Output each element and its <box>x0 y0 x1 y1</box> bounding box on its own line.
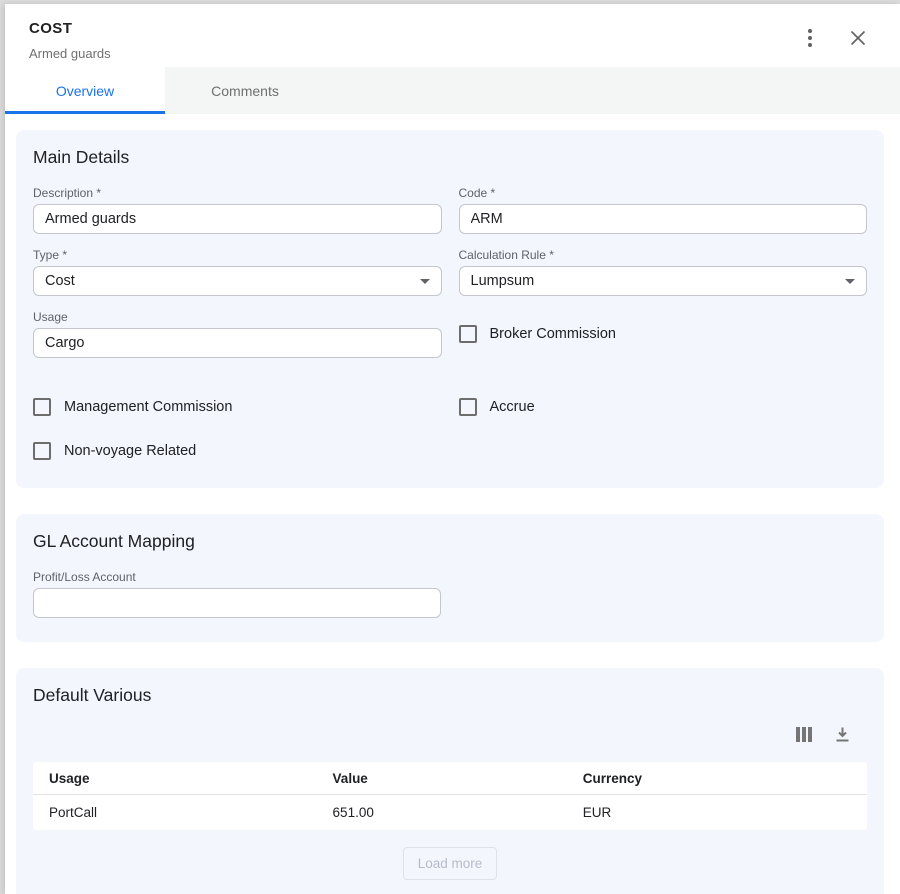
checkbox-icon <box>33 442 51 460</box>
type-field-group: Type * Cost <box>33 248 442 296</box>
profit-loss-account-group: Profit/Loss Account <box>33 570 441 618</box>
column-header-usage[interactable]: Usage <box>33 762 317 795</box>
column-header-value[interactable]: Value <box>317 762 567 795</box>
broker-commission-checkbox[interactable]: Broker Commission <box>459 325 617 343</box>
non-voyage-related-group: Non-voyage Related <box>33 442 442 460</box>
type-select[interactable]: Cost <box>33 266 442 296</box>
checkbox-icon <box>459 398 477 416</box>
default-various-title: Default Various <box>33 685 867 706</box>
load-more-button[interactable]: Load more <box>403 847 498 880</box>
cell-currency: EUR <box>567 795 867 831</box>
table-header-row: Usage Value Currency <box>33 762 867 795</box>
code-input[interactable] <box>459 204 868 234</box>
dialog-subtitle: Armed guards <box>29 46 876 61</box>
tab-comments[interactable]: Comments <box>165 67 325 114</box>
table-row[interactable]: PortCall 651.00 EUR <box>33 795 867 831</box>
cell-usage: PortCall <box>33 795 317 831</box>
non-voyage-related-label: Non-voyage Related <box>64 443 196 459</box>
kebab-dots <box>808 29 812 47</box>
checkbox-icon <box>459 325 477 343</box>
calculation-rule-select-value: Lumpsum <box>471 273 535 289</box>
column-header-currency[interactable]: Currency <box>567 762 867 795</box>
section-default-various: Default Various Usage V <box>16 668 884 894</box>
accrue-checkbox[interactable]: Accrue <box>459 398 868 416</box>
usage-field-group: Usage <box>33 310 442 358</box>
description-input[interactable] <box>33 204 442 234</box>
accrue-label: Accrue <box>490 399 535 415</box>
profit-loss-account-label: Profit/Loss Account <box>33 570 441 584</box>
description-field-group: Description * <box>33 186 442 234</box>
usage-label: Usage <box>33 310 442 324</box>
dialog-header: COST Armed guards <box>5 4 900 67</box>
calculation-rule-label: Calculation Rule * <box>459 248 868 262</box>
management-commission-label: Management Commission <box>64 399 232 415</box>
dialog-title: COST <box>29 20 876 37</box>
management-commission-checkbox[interactable]: Management Commission <box>33 398 442 416</box>
tab-overview[interactable]: Overview <box>5 67 165 114</box>
section-gl-account-mapping: GL Account Mapping Profit/Loss Account <box>16 514 884 642</box>
default-various-table: Usage Value Currency PortCall 651.00 EUR <box>33 762 867 830</box>
non-voyage-related-checkbox[interactable]: Non-voyage Related <box>33 442 442 460</box>
kebab-menu-icon[interactable] <box>798 26 822 50</box>
gl-account-mapping-title: GL Account Mapping <box>33 531 867 552</box>
calculation-rule-field-group: Calculation Rule * Lumpsum <box>459 248 868 296</box>
dialog-content: Main Details Description * Code * Type *… <box>5 114 900 894</box>
description-label: Description * <box>33 186 442 200</box>
broker-commission-label: Broker Commission <box>490 326 617 342</box>
checkbox-icon <box>33 398 51 416</box>
columns-icon[interactable] <box>796 727 812 742</box>
profit-loss-account-input[interactable] <box>33 588 441 618</box>
type-label: Type * <box>33 248 442 262</box>
cell-value: 651.00 <box>317 795 567 831</box>
chevron-down-icon <box>845 279 855 284</box>
main-details-title: Main Details <box>33 147 867 168</box>
load-more-wrap: Load more <box>33 847 867 880</box>
type-select-value: Cost <box>45 273 75 289</box>
code-label: Code * <box>459 186 868 200</box>
tab-bar: Overview Comments <box>5 67 900 114</box>
close-icon[interactable] <box>846 26 870 50</box>
usage-input[interactable] <box>33 328 442 358</box>
header-actions <box>798 26 870 50</box>
accrue-group: Accrue <box>459 398 868 416</box>
cost-dialog: COST Armed guards Overview Comments Main… <box>5 4 900 894</box>
chevron-down-icon <box>420 279 430 284</box>
code-field-group: Code * <box>459 186 868 234</box>
calculation-rule-select[interactable]: Lumpsum <box>459 266 868 296</box>
management-commission-group: Management Commission <box>33 398 442 416</box>
download-icon[interactable] <box>834 726 851 743</box>
section-main-details: Main Details Description * Code * Type *… <box>16 130 884 488</box>
broker-commission-group: Broker Commission <box>459 310 868 358</box>
table-toolbar <box>33 724 851 744</box>
